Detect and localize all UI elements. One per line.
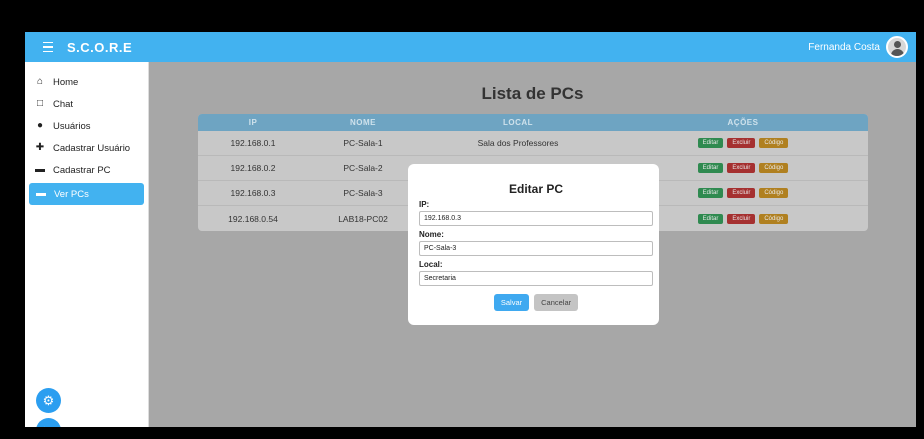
user-name: Fernanda Costa <box>808 41 880 53</box>
nome-label: Nome: <box>419 230 444 239</box>
user-menu[interactable]: Fernanda Costa <box>808 36 908 58</box>
monitor-icon: ▬ <box>35 164 45 175</box>
sidebar-item-label: Ver PCs <box>54 188 89 200</box>
ip-label: IP: <box>419 200 430 209</box>
modal-actions: Salvar Cancelar <box>419 294 653 311</box>
brand-title: S.C.O.R.E <box>67 39 133 55</box>
delete-button[interactable]: Excluir <box>727 213 756 224</box>
delete-button[interactable]: Excluir <box>727 188 756 198</box>
local-field[interactable]: Secretaria <box>419 271 653 286</box>
add-user-icon: ✚ <box>35 142 45 153</box>
code-button[interactable]: Código <box>759 163 789 173</box>
cancel-button[interactable]: Cancelar <box>534 294 579 311</box>
cell-ip: 192.168.0.54 <box>228 213 278 224</box>
save-button[interactable]: Salvar <box>493 294 530 311</box>
code-button[interactable]: Código <box>759 213 789 224</box>
hamburger-menu-icon[interactable] <box>37 36 59 58</box>
delete-button[interactable]: Excluir <box>727 163 756 173</box>
sidebar-item-usuarios[interactable]: ● Usuários <box>25 115 148 137</box>
cell-nome: PC-Sala-2 <box>343 163 383 173</box>
sidebar: ⌂ Home □ Chat ● Usuários ✚ Cadastrar Usu… <box>25 62 149 427</box>
edit-button[interactable]: Editar <box>697 163 724 173</box>
column-header-ip: IP <box>248 118 258 127</box>
sidebar-item-home[interactable]: ⌂ Home <box>25 71 148 93</box>
avatar[interactable] <box>886 36 908 58</box>
cell-nome: LAB18-PC02 <box>338 213 388 224</box>
home-icon: ⌂ <box>36 76 44 87</box>
edit-pc-modal: Editar PC IP: 192.168.0.3 Nome: PC-Sala-… <box>408 164 659 325</box>
nome-field[interactable]: PC-Sala-3 <box>419 241 653 256</box>
cell-ip: 192.168.0.2 <box>230 163 276 173</box>
sidebar-item-cadastrar-pc[interactable]: ▬ Cadastrar PC <box>25 159 148 181</box>
cell-local: Sala dos Professores <box>477 138 559 148</box>
cell-nome: PC-Sala-3 <box>343 188 383 198</box>
row-actions: Editar Excluir Código <box>618 138 868 148</box>
sidebar-item-chat[interactable]: □ Chat <box>25 93 148 115</box>
edit-button[interactable]: Editar <box>697 138 724 148</box>
monitor-icon: ▬ <box>36 188 46 199</box>
code-button[interactable]: Código <box>759 188 789 198</box>
app-window: S.C.O.R.E Fernanda Costa ⌂ Home □ Chat ●… <box>25 32 916 427</box>
column-header-local: LOCAL <box>502 118 534 127</box>
edit-button[interactable]: Editar <box>697 213 724 224</box>
sidebar-item-label: Usuários <box>53 120 91 132</box>
sidebar-item-label: Cadastrar Usuário <box>53 142 131 154</box>
sidebar-item-label: Chat <box>53 98 74 110</box>
cell-ip: 192.168.0.3 <box>230 188 276 198</box>
sidebar-item-cadastrar-usuario[interactable]: ✚ Cadastrar Usuário <box>25 137 148 159</box>
table-header: IP NOME LOCAL AÇÕES <box>198 114 868 131</box>
screen-frame: S.C.O.R.E Fernanda Costa ⌂ Home □ Chat ●… <box>0 0 924 439</box>
cell-nome: PC-Sala-1 <box>343 138 383 148</box>
table-row: 192.168.0.1 PC-Sala-1 Sala dos Professor… <box>198 131 868 156</box>
top-bar: S.C.O.R.E Fernanda Costa <box>25 32 916 62</box>
sidebar-item-label: Home <box>53 76 79 88</box>
ip-field[interactable]: 192.168.0.3 <box>419 211 653 226</box>
cell-ip: 192.168.0.1 <box>230 138 276 148</box>
users-icon: ● <box>36 120 44 131</box>
code-button[interactable]: Código <box>759 138 789 148</box>
column-header-nome: NOME <box>350 118 376 127</box>
chat-icon: □ <box>36 98 44 109</box>
sidebar-item-ver-pcs[interactable]: ▬ Ver PCs <box>29 183 144 205</box>
settings-gear-icon[interactable]: ⚙ <box>36 388 61 413</box>
modal-title: Editar PC <box>508 182 563 196</box>
page-title: Lista de PCs <box>481 84 584 103</box>
sidebar-item-label: Cadastrar PC <box>53 164 111 176</box>
logout-icon[interactable]: ➤ <box>36 418 61 427</box>
edit-button[interactable]: Editar <box>697 188 724 198</box>
column-header-acoes: AÇÕES <box>727 118 759 127</box>
local-label: Local: <box>419 260 443 269</box>
delete-button[interactable]: Excluir <box>727 138 756 148</box>
